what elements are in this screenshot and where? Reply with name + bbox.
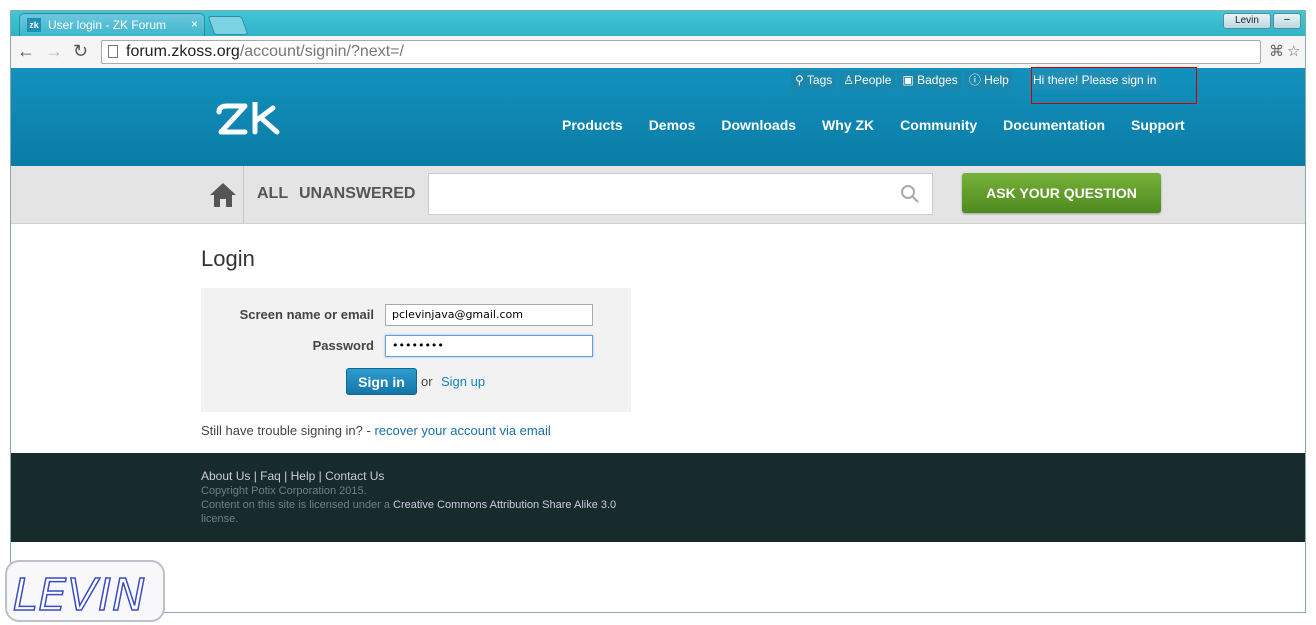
browser-tab[interactable]: zk User login - ZK Forum × — [19, 13, 205, 36]
search-icon[interactable] — [900, 184, 920, 204]
nav-products[interactable]: Products — [562, 117, 623, 133]
search-input[interactable] — [428, 173, 933, 215]
browser-toolbar: ← → ↻ forum.zkoss.org/account/signin/?ne… — [11, 36, 1305, 69]
nav-demos[interactable]: Demos — [649, 117, 696, 133]
question-bar: ALL UNANSWERED ASK YOUR QUESTION — [11, 166, 1305, 224]
site-header: ⚲ Tags ♙People ▣ Badges ⓘ Help Hi there!… — [11, 67, 1305, 166]
license-suffix: license. — [201, 513, 239, 525]
sign-up-link[interactable]: Sign up — [441, 374, 485, 389]
translate-icon[interactable]: ⌘ — [1269, 42, 1284, 60]
topnav-help[interactable]: ⓘ Help — [964, 71, 1013, 91]
license-text: Content on this site is licensed under a… — [201, 499, 617, 511]
minimize-button[interactable]: – — [1273, 13, 1301, 29]
footer: About Us | Faq | Help | Contact Us Copyr… — [11, 453, 1305, 542]
help-icon: ⓘ — [968, 73, 981, 87]
footer-links[interactable]: About Us | Faq | Help | Contact Us — [201, 469, 384, 483]
topnav-badges[interactable]: ▣ Badges — [898, 71, 962, 91]
home-icon — [210, 183, 236, 207]
main-nav: Products Demos Downloads Why ZK Communit… — [562, 117, 1185, 133]
tab-strip: zk User login - ZK Forum × Levin – — [11, 11, 1305, 36]
back-icon[interactable]: ← — [17, 42, 35, 60]
nav-why-zk[interactable]: Why ZK — [822, 117, 874, 133]
address-bar[interactable]: forum.zkoss.org/account/signin/?next=/ — [101, 40, 1261, 64]
trouble-message: Still have trouble signing in? - recover… — [201, 423, 551, 438]
zk-logo[interactable] — [215, 99, 285, 143]
reload-icon[interactable]: ↻ — [73, 42, 88, 60]
ask-question-button[interactable]: ASK YOUR QUESTION — [962, 173, 1161, 213]
close-tab-icon[interactable]: × — [191, 17, 198, 31]
password-field[interactable]: •••••••• — [385, 335, 593, 357]
tab-all[interactable]: ALL — [257, 185, 288, 203]
zk-favicon-icon: zk — [27, 18, 41, 32]
page-title: Login — [201, 246, 255, 271]
password-label: Password — [312, 338, 374, 353]
email-label: Screen name or email — [239, 307, 374, 322]
star-icon[interactable]: ☆ — [1287, 42, 1300, 60]
license-link[interactable]: Creative Commons Attribution Share Alike… — [393, 499, 616, 511]
nav-downloads[interactable]: Downloads — [721, 117, 796, 133]
top-nav: ⚲ Tags ♙People ▣ Badges ⓘ Help — [791, 71, 1013, 91]
svg-text:LEVIN: LEVIN — [13, 570, 146, 620]
topnav-people[interactable]: ♙People — [839, 71, 896, 91]
home-button[interactable] — [201, 166, 244, 223]
tab-unanswered[interactable]: UNANSWERED — [299, 185, 415, 203]
people-icon: ♙ — [843, 73, 855, 87]
nav-community[interactable]: Community — [900, 117, 977, 133]
new-tab-button[interactable] — [207, 16, 249, 35]
sign-in-button[interactable]: Sign in — [346, 368, 417, 395]
email-field[interactable]: pclevinjava@gmail.com — [385, 304, 593, 326]
url-text: forum.zkoss.org/account/signin/?next=/ — [126, 43, 404, 60]
tab-title: User login - ZK Forum — [48, 18, 167, 32]
copyright-text: Copyright Potix Corporation 2015. — [201, 485, 367, 497]
profile-badge[interactable]: Levin — [1223, 13, 1271, 29]
nav-support[interactable]: Support — [1131, 117, 1185, 133]
tag-icon: ⚲ — [795, 73, 804, 87]
badges-icon: ▣ — [902, 73, 914, 87]
browser-window: zk User login - ZK Forum × Levin – ← → ↻… — [10, 10, 1306, 613]
levin-watermark: LEVIN — [5, 560, 165, 622]
annotation-box — [1031, 67, 1197, 104]
page-icon — [108, 45, 118, 58]
forward-icon[interactable]: → — [45, 42, 63, 60]
recover-account-link[interactable]: recover your account via email — [374, 423, 550, 438]
login-form: Screen name or email pclevinjava@gmail.c… — [201, 288, 631, 412]
topnav-tags[interactable]: ⚲ Tags — [791, 71, 837, 91]
nav-documentation[interactable]: Documentation — [1003, 117, 1105, 133]
or-text: or — [421, 374, 433, 389]
